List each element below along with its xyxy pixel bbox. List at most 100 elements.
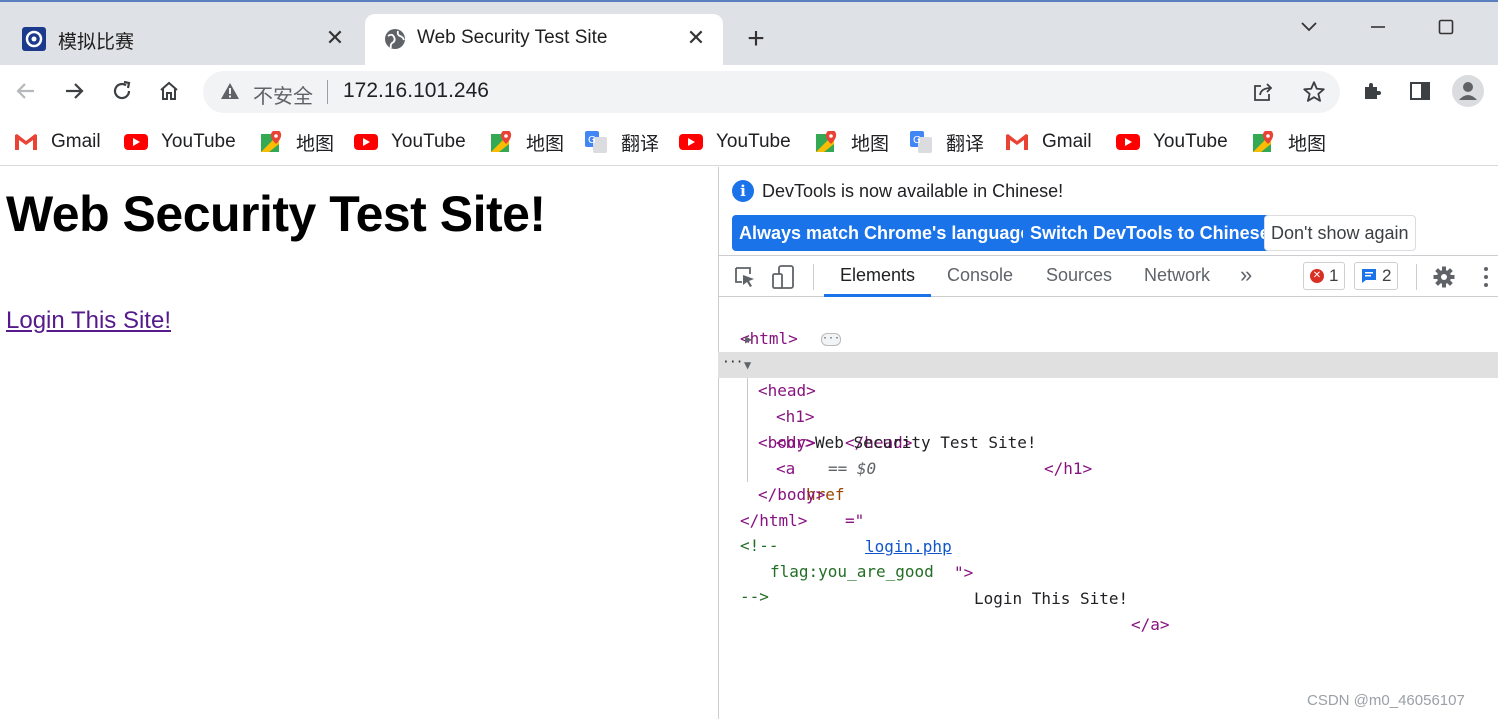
bookmark-label: YouTube	[1153, 131, 1228, 152]
info-icon: i	[732, 180, 754, 202]
youtube-icon	[678, 130, 704, 154]
tab-search-chevron-icon[interactable]	[1294, 12, 1324, 42]
bookmark-label: 翻译	[621, 133, 660, 155]
tab-console[interactable]: Console	[947, 265, 1013, 286]
translate-icon: G	[908, 130, 934, 154]
tree-node-br[interactable]: <br>	[718, 404, 1498, 452]
tab-mock-contest[interactable]: 模拟比赛 ✕	[0, 14, 362, 65]
more-options-icon[interactable]	[1483, 266, 1489, 293]
bookmark-youtube[interactable]: YouTube	[678, 128, 791, 156]
address-bar[interactable]: 不安全 172.16.101.246	[203, 71, 1340, 113]
maps-icon	[488, 130, 514, 154]
login-link[interactable]: Login This Site!	[6, 307, 171, 335]
bookmark-label: YouTube	[716, 131, 791, 152]
tree-node-comment-text[interactable]: flag:you_are_good	[718, 533, 1498, 581]
expand-triangle-icon[interactable]: ▶	[745, 326, 752, 352]
bookmark-gmail[interactable]: Gmail	[1004, 128, 1092, 156]
bookmark-maps[interactable]: 地图	[1250, 128, 1326, 156]
svg-text:G: G	[588, 135, 596, 146]
tree-node-h1[interactable]: <h1> Web Security Test Site! </h1>	[718, 378, 1498, 478]
close-icon[interactable]: ✕	[322, 25, 348, 51]
ctf-logo-icon	[22, 27, 46, 51]
profile-avatar-icon[interactable]	[1452, 75, 1484, 107]
watermark: CSDN @m0_46056107	[1307, 692, 1465, 709]
active-tab-indicator	[824, 294, 931, 297]
divider	[327, 80, 328, 104]
a-text: Login This Site!	[974, 589, 1129, 608]
dont-show-again-button[interactable]: Don't show again	[1264, 215, 1416, 251]
devtools-tab-bar: Elements Console Sources Network » ✕ 1 2	[719, 255, 1498, 297]
tab-strip: 模拟比赛 ✕ Web Security Test Site ✕ +	[0, 2, 1498, 65]
node-actions-ellipsis-icon[interactable]: ···	[722, 350, 744, 376]
bookmark-gmail[interactable]: Gmail	[13, 128, 101, 156]
bookmark-youtube[interactable]: YouTube	[1115, 128, 1228, 156]
infobar-message: DevTools is now available in Chinese!	[762, 181, 1064, 201]
bookmark-youtube[interactable]: YouTube	[123, 128, 236, 156]
svg-text:G: G	[913, 135, 921, 146]
bookmark-maps[interactable]: 地图	[488, 128, 564, 156]
maps-icon	[1250, 130, 1276, 154]
page-viewport: Web Security Test Site! Login This Site!	[0, 167, 718, 719]
inspect-element-icon[interactable]	[733, 265, 757, 294]
minimize-icon[interactable]	[1363, 12, 1393, 42]
always-match-language-button[interactable]: Always match Chrome's language	[732, 215, 1038, 251]
bookmark-maps[interactable]: 地图	[258, 128, 334, 156]
devtools-language-infobar: i DevTools is now available in Chinese! …	[719, 167, 1498, 255]
bookmark-label: 地图	[296, 133, 335, 155]
device-toolbar-icon[interactable]	[771, 264, 797, 295]
toolbar-divider	[1416, 264, 1417, 290]
url-text[interactable]: 172.16.101.246	[343, 79, 489, 103]
bookmark-maps[interactable]: 地图	[813, 128, 889, 156]
tab-sources[interactable]: Sources	[1046, 265, 1112, 286]
warning-triangle-icon[interactable]	[220, 81, 240, 106]
bookmark-youtube[interactable]: YouTube	[353, 128, 466, 156]
tab-network[interactable]: Network	[1144, 265, 1210, 286]
close-icon[interactable]: ✕	[683, 25, 709, 51]
security-label[interactable]: 不安全	[253, 80, 313, 109]
gmail-icon	[13, 130, 39, 154]
bookmark-label: 翻译	[946, 133, 985, 155]
tree-node-body-close[interactable]: </body>	[718, 456, 1498, 504]
home-icon[interactable]	[153, 75, 185, 107]
tree-node-a[interactable]: <a href =" login.php "> Login This Site!…	[718, 430, 1498, 634]
switch-to-chinese-button[interactable]: Switch DevTools to Chinese	[1023, 215, 1277, 251]
share-icon[interactable]	[1251, 80, 1275, 109]
message-count-badge[interactable]: 2	[1354, 262, 1399, 290]
comment-close: -->	[740, 587, 769, 606]
error-count-badge[interactable]: ✕ 1	[1303, 262, 1346, 290]
globe-icon	[383, 27, 407, 51]
bookmark-label: Gmail	[51, 131, 101, 152]
collapse-triangle-icon[interactable]: ▼	[744, 352, 751, 378]
tree-node-html[interactable]: <html>	[718, 300, 1498, 348]
bookmark-label: YouTube	[391, 131, 466, 152]
tab-elements[interactable]: Elements	[840, 265, 915, 286]
maximize-icon[interactable]	[1431, 12, 1461, 42]
tree-node-body-selected[interactable]: ··· ▼ <body> == $0	[718, 350, 1498, 478]
reload-icon[interactable]	[106, 75, 138, 107]
bookmark-star-icon[interactable]	[1301, 79, 1327, 110]
collapsed-ellipsis-icon[interactable]: ···	[821, 333, 841, 346]
maps-icon	[813, 130, 839, 154]
settings-gear-icon[interactable]	[1432, 265, 1456, 294]
bookmark-translate[interactable]: G 翻译	[908, 128, 984, 156]
tab-web-security[interactable]: Web Security Test Site ✕	[365, 14, 723, 65]
browser-toolbar: 不安全 172.16.101.246	[0, 65, 1498, 118]
tree-node-comment-close[interactable]: -->	[718, 558, 1498, 606]
tree-node-head[interactable]: ▶ <head> ··· </head>	[718, 326, 1498, 452]
side-panel-icon[interactable]	[1404, 75, 1436, 107]
tab-title: 模拟比赛	[58, 32, 135, 53]
message-icon	[1361, 268, 1377, 284]
tree-indent-guide	[747, 378, 748, 482]
youtube-icon	[353, 130, 379, 154]
error-icon: ✕	[1310, 269, 1324, 283]
bookmark-translate[interactable]: G 翻译	[583, 128, 659, 156]
tree-node-html-close[interactable]: </html>	[718, 482, 1498, 530]
more-tabs-chevron-icon[interactable]: »	[1240, 262, 1252, 288]
bookmark-label: Gmail	[1042, 131, 1092, 152]
tab-title: Web Security Test Site	[417, 27, 608, 48]
tree-node-comment-open[interactable]: <!--	[718, 507, 1498, 555]
back-arrow-icon[interactable]	[10, 75, 42, 107]
forward-arrow-icon[interactable]	[58, 75, 90, 107]
new-tab-button[interactable]: +	[741, 24, 771, 54]
extensions-puzzle-icon[interactable]	[1357, 75, 1389, 107]
